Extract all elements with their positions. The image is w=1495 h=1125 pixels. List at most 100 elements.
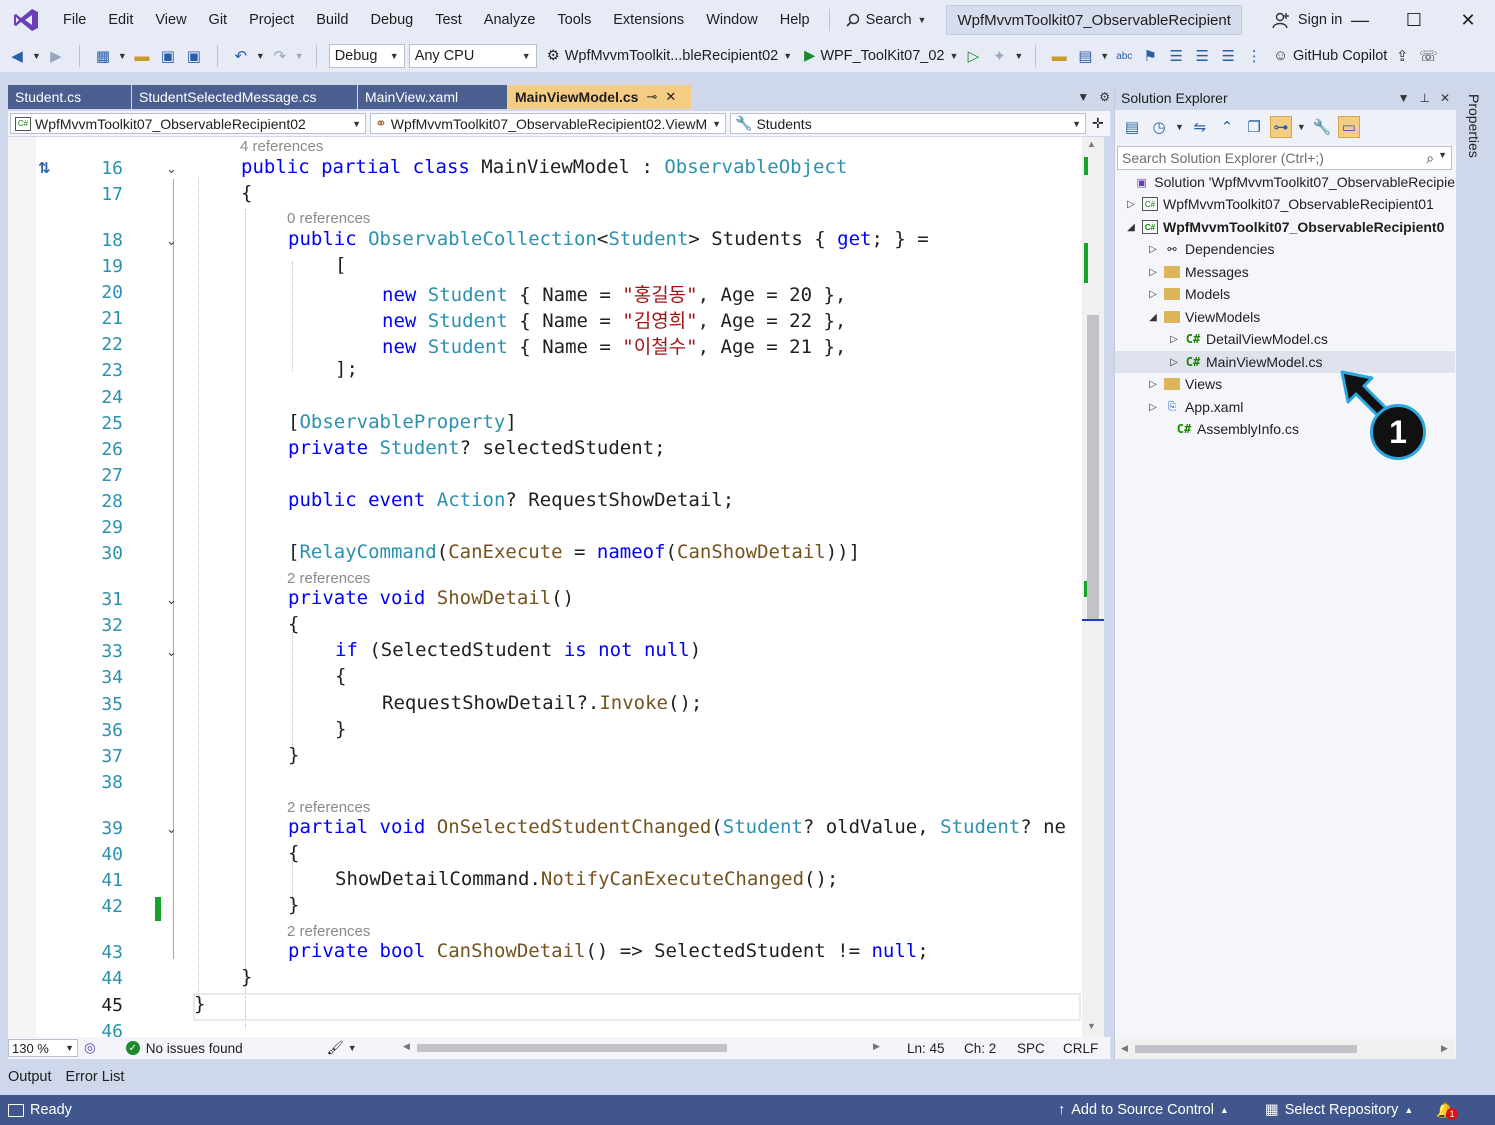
expand-arrow-icon[interactable]: ▷ xyxy=(1147,379,1159,390)
code-line[interactable]: private Student? selectedStudent; xyxy=(8,437,1088,463)
issues-status[interactable]: No issues found xyxy=(146,1041,243,1056)
undo-icon[interactable]: ↶ xyxy=(230,45,252,67)
share-icon[interactable]: ⇪ xyxy=(1391,45,1413,67)
code-line[interactable]: } xyxy=(8,993,1088,1019)
startup-project-select[interactable]: ⚙ WpfMvvmToolkit...bleRecipient02 ▼ xyxy=(547,48,792,64)
solution-platform-select[interactable]: Any CPU ▼ xyxy=(408,44,537,68)
menu-tools[interactable]: Tools xyxy=(546,0,602,40)
collapse-arrow-icon[interactable]: ◢ xyxy=(1147,312,1159,323)
add-to-source-control-button[interactable]: ↑ Add to Source Control ▲ xyxy=(1058,1102,1229,1118)
github-copilot-button[interactable]: ☺ GitHub Copilot xyxy=(1273,48,1387,64)
code-editor[interactable]: ⇅ 4 references 0 references 2 references… xyxy=(8,137,1104,1037)
code-line[interactable]: } xyxy=(8,718,1088,744)
solution-configuration-select[interactable]: Debug ▼ xyxy=(328,44,405,68)
solution-explorer-horizontal-scrollbar[interactable]: ◀ ▶ xyxy=(1115,1039,1455,1059)
tree-item-views[interactable]: ▷ Views xyxy=(1115,373,1455,395)
tab-main-view-xaml[interactable]: MainView.xaml xyxy=(358,85,508,109)
window-layout-icon[interactable]: ▤ xyxy=(1074,45,1096,67)
scroll-right-icon[interactable]: ▶ xyxy=(873,1041,880,1052)
chevron-down-icon[interactable]: ▼ xyxy=(295,51,304,61)
expand-arrow-icon[interactable]: ▷ xyxy=(1147,267,1159,278)
tab-error-list[interactable]: Error List xyxy=(66,1069,125,1085)
collapse-all-icon[interactable]: ⌃ xyxy=(1216,116,1238,138)
code-line[interactable]: partial void OnSelectedStudentChanged(St… xyxy=(8,816,1088,842)
menu-window[interactable]: Window xyxy=(695,0,769,40)
chevron-down-icon[interactable]: ▼ xyxy=(1175,122,1184,132)
project-scope-select[interactable]: C# WpfMvvmToolkit07_ObservableRecipient0… xyxy=(10,113,366,134)
tab-main-view-model-cs[interactable]: MainViewModel.cs ⊸ ✕ xyxy=(508,85,692,109)
tab-list-dropdown-icon[interactable]: ▼ xyxy=(1077,90,1089,104)
chevron-down-icon[interactable]: ▼ xyxy=(1438,150,1447,167)
code-line[interactable]: } xyxy=(8,966,1088,992)
visual-studio-logo-icon[interactable] xyxy=(0,0,52,40)
collapse-arrow-icon[interactable]: ◢ xyxy=(1125,222,1137,233)
menu-project[interactable]: Project xyxy=(238,0,305,40)
code-line[interactable]: public partial class MainViewModel : Obs… xyxy=(8,156,1088,182)
code-cleanup-icon[interactable]: 🖌 xyxy=(327,1040,344,1056)
codelens-references[interactable]: 2 references xyxy=(287,799,370,816)
type-scope-select[interactable]: ⚭ WpfMvvmToolkit07_ObservableRecipient02… xyxy=(370,113,726,134)
close-icon[interactable]: ✕ xyxy=(1440,91,1450,105)
window-position-icon[interactable]: ▼ xyxy=(1398,91,1410,105)
tree-item-dependencies[interactable]: ▷ ⚯ Dependencies xyxy=(1115,238,1455,260)
code-line[interactable]: if (SelectedStudent is not null) xyxy=(8,639,1088,665)
menu-debug[interactable]: Debug xyxy=(359,0,424,40)
history-icon[interactable]: ◷ xyxy=(1148,116,1170,138)
show-all-files-icon[interactable]: ❐ xyxy=(1243,116,1265,138)
codelens-references[interactable]: 0 references xyxy=(287,210,370,227)
menu-analyze[interactable]: Analyze xyxy=(473,0,547,40)
scroll-left-icon[interactable]: ◀ xyxy=(403,1041,410,1052)
code-line[interactable]: { xyxy=(8,613,1088,639)
chevron-down-icon[interactable]: ▼ xyxy=(256,51,265,61)
properties-wrench-icon[interactable]: 🔧 xyxy=(1311,116,1333,138)
properties-window-tab[interactable]: Properties xyxy=(1461,86,1487,166)
code-line[interactable]: { xyxy=(8,665,1088,691)
minimize-button[interactable]: — xyxy=(1333,0,1387,40)
pin-icon[interactable]: ⊥ xyxy=(1419,91,1429,105)
line-ending-indicator[interactable]: CRLF xyxy=(1063,1041,1098,1056)
tab-student-selected-message-cs[interactable]: StudentSelectedMessage.cs xyxy=(132,85,358,109)
code-line[interactable] xyxy=(8,515,1088,541)
tree-item-messages[interactable]: ▷ Messages xyxy=(1115,261,1455,283)
column-indicator[interactable]: Ch: 2 xyxy=(964,1041,996,1056)
scroll-down-icon[interactable]: ▼ xyxy=(1087,1021,1096,1031)
tab-output[interactable]: Output xyxy=(8,1069,52,1085)
browse-folder-icon[interactable]: ▬ xyxy=(1048,45,1070,67)
tree-item-models[interactable]: ▷ Models xyxy=(1115,283,1455,305)
toolbar-overflow-icon[interactable]: ⋮ xyxy=(1243,45,1265,67)
bookmark-icon[interactable]: ⚑ xyxy=(1139,45,1161,67)
navigate-back-icon[interactable]: ◀ xyxy=(6,45,28,67)
code-line[interactable]: public event Action? RequestShowDetail; xyxy=(8,489,1088,515)
indentation-indicator[interactable]: SPC xyxy=(1017,1041,1045,1056)
spell-check-icon[interactable]: abc xyxy=(1113,45,1135,67)
expand-arrow-icon[interactable]: ▷ xyxy=(1168,334,1180,345)
code-line[interactable]: RequestShowDetail?.Invoke(); xyxy=(8,692,1088,718)
pending-changes-filter-icon[interactable]: ⊶ xyxy=(1269,116,1292,138)
redo-icon[interactable]: ↷ xyxy=(269,45,291,67)
scroll-up-icon[interactable]: ▲ xyxy=(1087,139,1096,149)
gear-icon[interactable]: ⚙ xyxy=(1099,90,1110,104)
close-button[interactable]: ✕ xyxy=(1441,0,1495,40)
tree-item-viewmodels[interactable]: ◢ ViewModels xyxy=(1115,306,1455,328)
menu-file[interactable]: File xyxy=(52,0,97,40)
expand-arrow-icon[interactable]: ▷ xyxy=(1147,244,1159,255)
scroll-right-icon[interactable]: ▶ xyxy=(1441,1043,1448,1054)
save-icon[interactable]: ▣ xyxy=(157,45,179,67)
code-line[interactable]: ShowDetailCommand.NotifyCanExecuteChange… xyxy=(8,868,1088,894)
expand-arrow-icon[interactable]: ▷ xyxy=(1147,402,1159,413)
chevron-down-icon[interactable]: ▼ xyxy=(1100,51,1109,61)
code-line[interactable]: [RelayCommand(CanExecute = nameof(CanSho… xyxy=(8,541,1088,567)
code-line[interactable]: new Student { Name = "홍길동", Age = 20 }, xyxy=(8,280,1088,306)
chevron-down-icon[interactable]: ▼ xyxy=(1014,51,1023,61)
chevron-down-icon[interactable]: ▼ xyxy=(32,51,41,61)
navigate-forward-icon[interactable]: ▶ xyxy=(45,45,67,67)
code-line[interactable]: public ObservableCollection<Student> Stu… xyxy=(8,228,1088,254)
zoom-select[interactable]: 130 % ▼ xyxy=(8,1039,78,1057)
search-icon[interactable]: ⌕ xyxy=(1426,150,1434,167)
scrollbar-thumb[interactable] xyxy=(417,1044,727,1052)
codelens-references[interactable]: 2 references xyxy=(287,570,370,587)
tree-item-solution[interactable]: ▣ Solution 'WpfMvvmToolkit07_ObservableR… xyxy=(1115,171,1455,193)
scrollbar-thumb[interactable] xyxy=(1135,1045,1357,1053)
code-line[interactable] xyxy=(8,463,1088,489)
code-line[interactable]: [ObservableProperty] xyxy=(8,411,1088,437)
